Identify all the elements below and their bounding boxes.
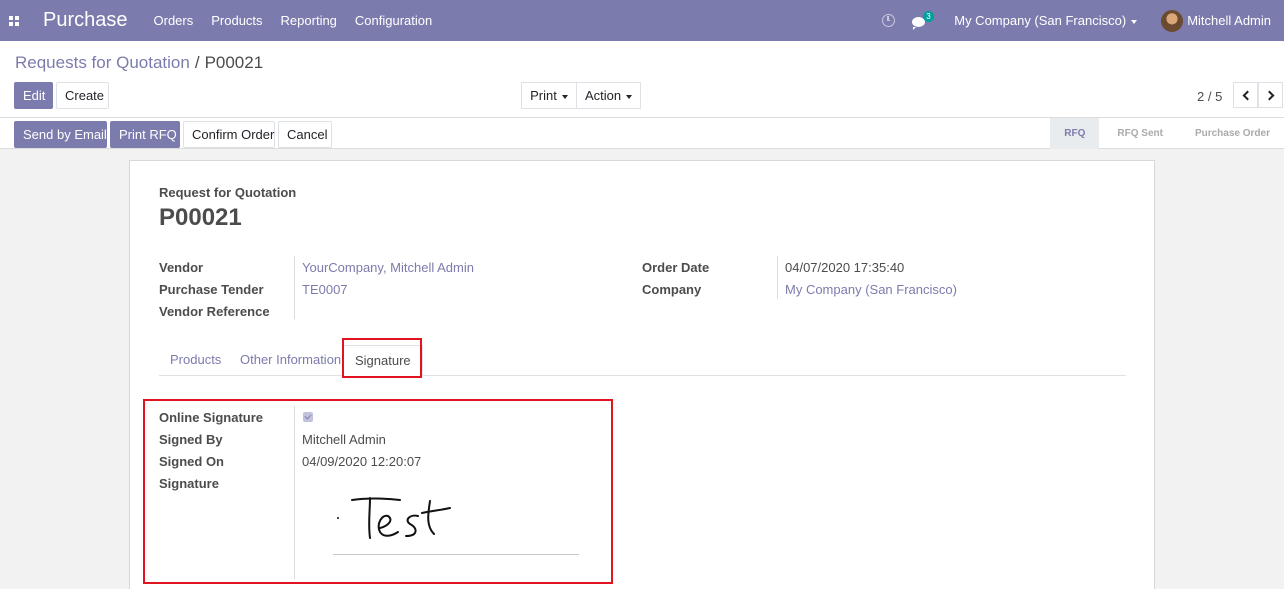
- print-dropdown-label: Print: [530, 88, 557, 103]
- signature-label: Signature: [159, 476, 219, 491]
- company-label: Company: [642, 282, 702, 297]
- vendor-reference-label: Vendor Reference: [159, 304, 270, 319]
- apps-menu-icon[interactable]: [0, 0, 28, 41]
- signed-on-label: Signed On: [159, 454, 224, 469]
- messaging-menu[interactable]: 3: [912, 10, 934, 30]
- order-date-label: Order Date: [642, 260, 710, 275]
- signed-by-value: Mitchell Admin: [302, 432, 386, 447]
- signature-image: [337, 497, 451, 539]
- create-button[interactable]: Create: [56, 82, 109, 109]
- status-step-rfq: RFQ: [1050, 118, 1100, 149]
- vendor-value[interactable]: YourCompany, Mitchell Admin: [302, 260, 474, 275]
- confirm-order-button[interactable]: Confirm Order: [183, 121, 275, 148]
- breadcrumb-parent[interactable]: Requests for Quotation: [15, 53, 190, 72]
- online-signature-checkbox[interactable]: [303, 412, 313, 422]
- user-name: Mitchell Admin: [1187, 13, 1271, 28]
- purchase-tender-label: Purchase Tender: [159, 282, 264, 297]
- action-dropdown-label: Action: [585, 88, 622, 103]
- form-statusbar: Send by Email Print RFQ Confirm Order Ca…: [0, 118, 1284, 149]
- field-divider: [294, 406, 295, 579]
- breadcrumb-current: P00021: [204, 53, 264, 72]
- company-switcher-label: My Company (San Francisco): [954, 13, 1127, 28]
- order-date-value: 04/07/2020 17:35:40: [785, 260, 905, 275]
- signed-by-label: Signed By: [159, 432, 223, 447]
- activity-clock-icon[interactable]: [882, 14, 896, 27]
- company-value[interactable]: My Company (San Francisco): [785, 282, 957, 297]
- purchase-tender-value[interactable]: TE0007: [302, 282, 348, 297]
- app-title[interactable]: Purchase: [43, 9, 128, 32]
- status-step-purchase-order: Purchase Order: [1194, 128, 1270, 139]
- status-steps: RFQ RFQ Sent Purchase Order: [1050, 118, 1284, 149]
- breadcrumb-separator: /: [194, 53, 200, 72]
- print-rfq-button[interactable]: Print RFQ: [110, 121, 180, 148]
- caret-down-icon: [626, 94, 633, 99]
- pager-previous-button[interactable]: [1233, 82, 1258, 108]
- caret-down-icon: [1131, 19, 1138, 24]
- chevron-right-icon: [1264, 90, 1274, 100]
- menu-configuration[interactable]: Configuration: [355, 13, 432, 28]
- menu-products[interactable]: Products: [211, 13, 262, 28]
- form-title: P00021: [159, 204, 242, 231]
- cancel-button[interactable]: Cancel: [278, 121, 332, 148]
- tab-other-information[interactable]: Other Information: [229, 345, 352, 376]
- signed-on-value: 04/09/2020 12:20:07: [302, 454, 422, 469]
- print-dropdown[interactable]: Print: [521, 82, 577, 109]
- chat-counter-badge: 3: [923, 10, 934, 22]
- pager-next-button[interactable]: [1258, 82, 1283, 108]
- edit-button[interactable]: Edit: [14, 82, 53, 109]
- breadcrumb: Requests for Quotation / P00021: [15, 53, 263, 73]
- user-menu[interactable]: Mitchell Admin: [1161, 9, 1271, 32]
- pager-value[interactable]: 2 / 5: [1197, 89, 1222, 104]
- status-step-rfq-sent: RFQ Sent: [1117, 128, 1163, 139]
- field-divider: [777, 256, 778, 299]
- form-kicker: Request for Quotation: [159, 185, 297, 200]
- tab-products[interactable]: Products: [159, 345, 232, 376]
- avatar: [1161, 9, 1184, 32]
- online-signature-label: Online Signature: [159, 410, 264, 425]
- vendor-label: Vendor: [159, 260, 204, 275]
- caret-down-icon: [561, 94, 568, 99]
- tab-signature[interactable]: Signature: [343, 345, 423, 377]
- chevron-left-icon: [1242, 90, 1252, 100]
- action-dropdown[interactable]: Action: [576, 82, 641, 109]
- send-by-email-button[interactable]: Send by Email: [14, 121, 107, 148]
- field-divider: [294, 256, 295, 319]
- navbar-systray: 3 My Company (San Francisco) Mitchell Ad…: [882, 0, 1284, 41]
- notebook-tabs: Products Other Information Signature: [159, 345, 1126, 377]
- top-navbar: Purchase Orders Products Reporting Confi…: [0, 0, 1284, 41]
- menu-orders[interactable]: Orders: [154, 13, 194, 28]
- signature-baseline: [333, 554, 579, 555]
- form-sheet: Request for Quotation P00021 Vendor Purc…: [129, 160, 1155, 589]
- control-panel: Requests for Quotation / P00021 Edit Creat…: [0, 41, 1284, 118]
- company-switcher[interactable]: My Company (San Francisco): [954, 13, 1138, 28]
- menu-reporting[interactable]: Reporting: [281, 13, 337, 28]
